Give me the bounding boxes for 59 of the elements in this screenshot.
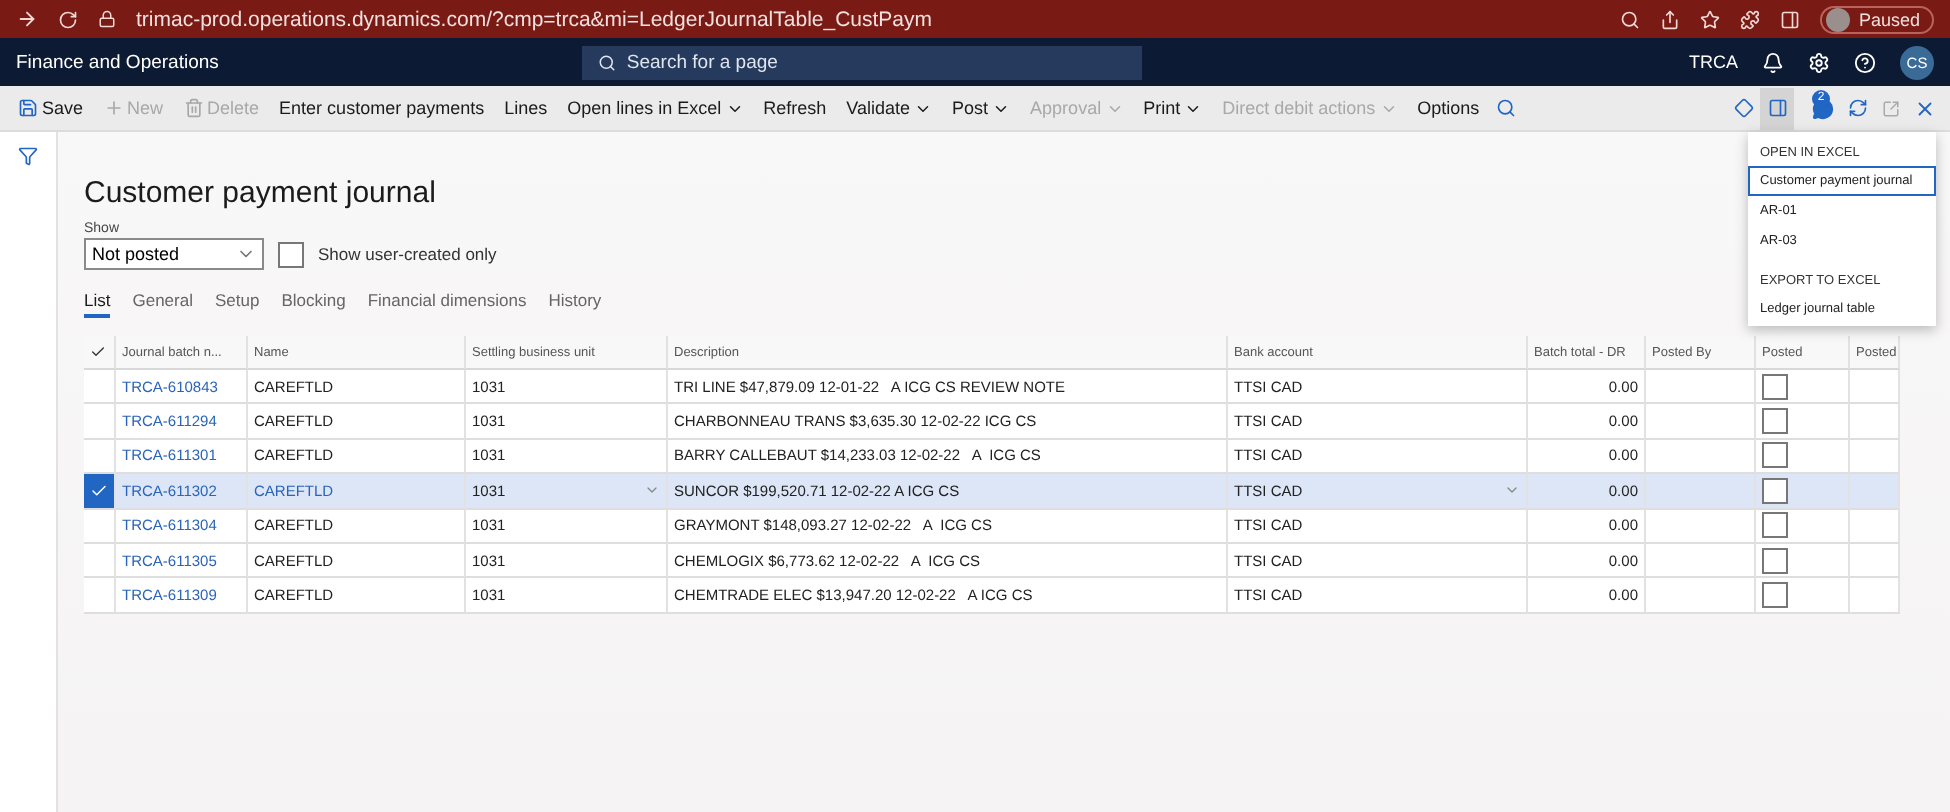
checkbox[interactable] — [1762, 512, 1788, 539]
tab[interactable]: History — [548, 290, 602, 318]
toolbar-button[interactable]: Post — [942, 87, 1021, 129]
save-icon — [18, 98, 38, 118]
star-icon[interactable] — [1700, 9, 1721, 29]
checkbox[interactable] — [1762, 408, 1788, 435]
tab[interactable]: Setup — [214, 290, 260, 318]
page-title: Customer payment journal — [84, 176, 436, 210]
side-panel-icon[interactable] — [1780, 9, 1801, 29]
tab[interactable]: Financial dimensions — [367, 290, 527, 318]
company-picker[interactable]: TRCA — [1689, 52, 1738, 72]
tab[interactable]: Blocking — [281, 290, 346, 318]
check-icon — [90, 481, 108, 500]
help-icon[interactable] — [1854, 51, 1876, 73]
tab[interactable]: General — [132, 290, 193, 318]
plus-icon — [103, 98, 124, 118]
profile-button[interactable]: Paused — [1820, 5, 1934, 33]
reload-icon[interactable] — [58, 9, 78, 29]
checkbox[interactable] — [1762, 547, 1788, 574]
checkbox[interactable] — [1762, 442, 1788, 469]
bell-icon[interactable] — [1762, 51, 1784, 73]
diamond-icon — [1733, 98, 1753, 118]
toolbar-button[interactable]: Lines — [494, 87, 558, 129]
show-dropdown[interactable]: Not posted — [84, 238, 264, 270]
lock-icon — [98, 10, 116, 28]
address-bar[interactable]: trimac-prod.operations.dynamics.com/?cmp=trca&mi=LedgerJournalTable_CustPaym — [136, 7, 933, 31]
toolbar-button[interactable]: Enter customer payments — [269, 87, 495, 129]
search-icon — [598, 53, 617, 71]
trash-icon — [183, 98, 204, 118]
close-icon — [1914, 97, 1936, 119]
search-icon[interactable] — [1620, 9, 1641, 29]
toolbar-button[interactable]: Options — [1407, 87, 1490, 129]
share-icon[interactable] — [1660, 9, 1681, 29]
office-button[interactable] — [1760, 87, 1794, 129]
toolbar-button[interactable]: Refresh — [753, 87, 837, 129]
checkbox[interactable] — [1762, 582, 1788, 609]
forward-icon[interactable] — [16, 8, 38, 30]
puzzle-icon[interactable] — [1740, 9, 1761, 29]
tab[interactable]: List — [84, 290, 111, 318]
popout-icon — [1882, 99, 1900, 117]
settings-icon[interactable] — [1808, 51, 1830, 73]
row-selector[interactable] — [84, 474, 116, 510]
app-name: Finance and Operations — [16, 51, 219, 73]
toolbar-button[interactable]: Open lines in Excel — [557, 87, 754, 129]
search-field[interactable]: Search for a page — [582, 45, 1143, 79]
checkbox[interactable] — [278, 241, 304, 267]
toolbar-button[interactable]: Save — [8, 87, 94, 129]
checkbox[interactable] — [1762, 477, 1788, 504]
toolbar-button[interactable]: Validate — [836, 87, 943, 129]
panel-icon — [1767, 98, 1787, 118]
checkbox[interactable] — [1762, 373, 1788, 400]
checkbox-label: Show user-created only — [318, 244, 497, 264]
check-icon — [90, 344, 106, 360]
avatar — [1826, 7, 1851, 31]
search-icon — [1496, 98, 1517, 118]
row-selector[interactable] — [84, 439, 116, 475]
toolbar-button[interactable]: Print — [1133, 87, 1213, 129]
filter-icon[interactable] — [18, 146, 38, 166]
refresh-icon — [1847, 98, 1867, 118]
